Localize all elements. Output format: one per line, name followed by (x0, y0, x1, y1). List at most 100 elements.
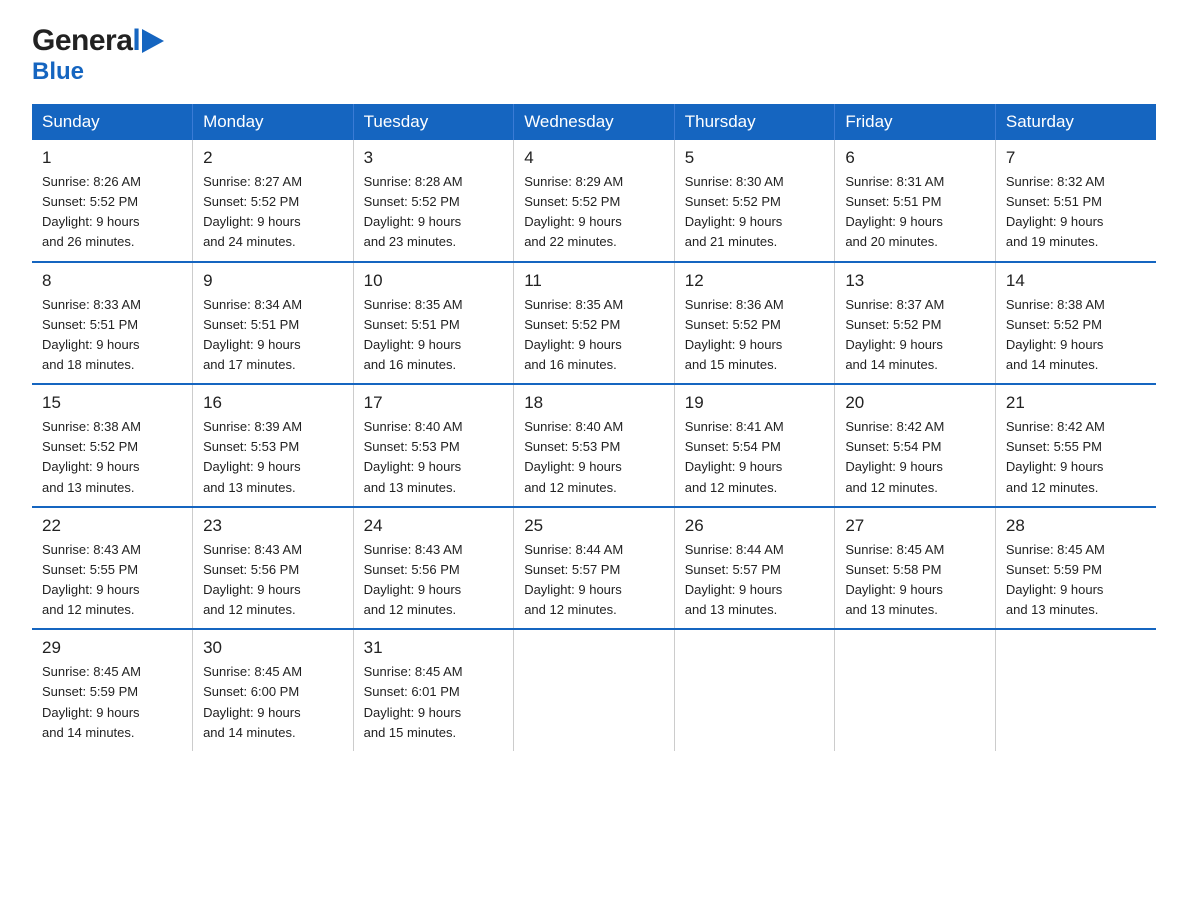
day-number: 25 (524, 516, 664, 536)
calendar-day-cell (674, 629, 835, 751)
day-info: Sunrise: 8:33 AM Sunset: 5:51 PM Dayligh… (42, 295, 182, 376)
calendar-day-cell: 31 Sunrise: 8:45 AM Sunset: 6:01 PM Dayl… (353, 629, 514, 751)
day-number: 27 (845, 516, 985, 536)
day-number: 30 (203, 638, 343, 658)
calendar-day-cell: 15 Sunrise: 8:38 AM Sunset: 5:52 PM Dayl… (32, 384, 193, 507)
day-number: 18 (524, 393, 664, 413)
logo-general-text: General (32, 24, 140, 58)
calendar-week-row: 1 Sunrise: 8:26 AM Sunset: 5:52 PM Dayli… (32, 140, 1156, 262)
day-info: Sunrise: 8:34 AM Sunset: 5:51 PM Dayligh… (203, 295, 343, 376)
day-number: 17 (364, 393, 504, 413)
day-number: 6 (845, 148, 985, 168)
calendar-week-row: 15 Sunrise: 8:38 AM Sunset: 5:52 PM Dayl… (32, 384, 1156, 507)
day-info: Sunrise: 8:27 AM Sunset: 5:52 PM Dayligh… (203, 172, 343, 253)
calendar-day-cell: 11 Sunrise: 8:35 AM Sunset: 5:52 PM Dayl… (514, 262, 675, 385)
day-info: Sunrise: 8:32 AM Sunset: 5:51 PM Dayligh… (1006, 172, 1146, 253)
calendar-day-cell: 28 Sunrise: 8:45 AM Sunset: 5:59 PM Dayl… (995, 507, 1156, 630)
day-info: Sunrise: 8:43 AM Sunset: 5:56 PM Dayligh… (203, 540, 343, 621)
day-number: 13 (845, 271, 985, 291)
calendar-header-row: SundayMondayTuesdayWednesdayThursdayFrid… (32, 104, 1156, 140)
calendar-day-cell: 22 Sunrise: 8:43 AM Sunset: 5:55 PM Dayl… (32, 507, 193, 630)
day-info: Sunrise: 8:45 AM Sunset: 5:58 PM Dayligh… (845, 540, 985, 621)
day-number: 8 (42, 271, 182, 291)
day-info: Sunrise: 8:44 AM Sunset: 5:57 PM Dayligh… (524, 540, 664, 621)
day-number: 3 (364, 148, 504, 168)
calendar-day-cell: 19 Sunrise: 8:41 AM Sunset: 5:54 PM Dayl… (674, 384, 835, 507)
calendar-table: SundayMondayTuesdayWednesdayThursdayFrid… (32, 104, 1156, 751)
calendar-day-cell: 2 Sunrise: 8:27 AM Sunset: 5:52 PM Dayli… (193, 140, 354, 262)
calendar-day-cell: 4 Sunrise: 8:29 AM Sunset: 5:52 PM Dayli… (514, 140, 675, 262)
calendar-day-cell: 14 Sunrise: 8:38 AM Sunset: 5:52 PM Dayl… (995, 262, 1156, 385)
day-number: 9 (203, 271, 343, 291)
calendar-day-cell: 10 Sunrise: 8:35 AM Sunset: 5:51 PM Dayl… (353, 262, 514, 385)
day-info: Sunrise: 8:45 AM Sunset: 5:59 PM Dayligh… (1006, 540, 1146, 621)
day-number: 20 (845, 393, 985, 413)
calendar-week-row: 29 Sunrise: 8:45 AM Sunset: 5:59 PM Dayl… (32, 629, 1156, 751)
day-of-week-header: Thursday (674, 104, 835, 140)
calendar-day-cell (995, 629, 1156, 751)
day-info: Sunrise: 8:45 AM Sunset: 6:00 PM Dayligh… (203, 662, 343, 743)
day-of-week-header: Friday (835, 104, 996, 140)
day-number: 29 (42, 638, 182, 658)
calendar-day-cell (514, 629, 675, 751)
day-info: Sunrise: 8:38 AM Sunset: 5:52 PM Dayligh… (42, 417, 182, 498)
day-number: 26 (685, 516, 825, 536)
calendar-day-cell: 3 Sunrise: 8:28 AM Sunset: 5:52 PM Dayli… (353, 140, 514, 262)
calendar-day-cell (835, 629, 996, 751)
day-info: Sunrise: 8:45 AM Sunset: 6:01 PM Dayligh… (364, 662, 504, 743)
day-info: Sunrise: 8:41 AM Sunset: 5:54 PM Dayligh… (685, 417, 825, 498)
day-number: 4 (524, 148, 664, 168)
day-info: Sunrise: 8:42 AM Sunset: 5:55 PM Dayligh… (1006, 417, 1146, 498)
calendar-day-cell: 30 Sunrise: 8:45 AM Sunset: 6:00 PM Dayl… (193, 629, 354, 751)
calendar-day-cell: 12 Sunrise: 8:36 AM Sunset: 5:52 PM Dayl… (674, 262, 835, 385)
day-of-week-header: Saturday (995, 104, 1156, 140)
calendar-day-cell: 25 Sunrise: 8:44 AM Sunset: 5:57 PM Dayl… (514, 507, 675, 630)
calendar-day-cell: 23 Sunrise: 8:43 AM Sunset: 5:56 PM Dayl… (193, 507, 354, 630)
day-info: Sunrise: 8:26 AM Sunset: 5:52 PM Dayligh… (42, 172, 182, 253)
day-info: Sunrise: 8:40 AM Sunset: 5:53 PM Dayligh… (524, 417, 664, 498)
calendar-day-cell: 9 Sunrise: 8:34 AM Sunset: 5:51 PM Dayli… (193, 262, 354, 385)
calendar-day-cell: 29 Sunrise: 8:45 AM Sunset: 5:59 PM Dayl… (32, 629, 193, 751)
day-number: 19 (685, 393, 825, 413)
day-of-week-header: Wednesday (514, 104, 675, 140)
calendar-day-cell: 17 Sunrise: 8:40 AM Sunset: 5:53 PM Dayl… (353, 384, 514, 507)
day-info: Sunrise: 8:28 AM Sunset: 5:52 PM Dayligh… (364, 172, 504, 253)
calendar-day-cell: 24 Sunrise: 8:43 AM Sunset: 5:56 PM Dayl… (353, 507, 514, 630)
day-info: Sunrise: 8:43 AM Sunset: 5:56 PM Dayligh… (364, 540, 504, 621)
day-number: 16 (203, 393, 343, 413)
day-info: Sunrise: 8:38 AM Sunset: 5:52 PM Dayligh… (1006, 295, 1146, 376)
logo: General Blue (32, 24, 164, 86)
day-number: 21 (1006, 393, 1146, 413)
day-of-week-header: Monday (193, 104, 354, 140)
day-number: 24 (364, 516, 504, 536)
day-number: 12 (685, 271, 825, 291)
calendar-day-cell: 8 Sunrise: 8:33 AM Sunset: 5:51 PM Dayli… (32, 262, 193, 385)
calendar-day-cell: 18 Sunrise: 8:40 AM Sunset: 5:53 PM Dayl… (514, 384, 675, 507)
calendar-day-cell: 13 Sunrise: 8:37 AM Sunset: 5:52 PM Dayl… (835, 262, 996, 385)
day-number: 23 (203, 516, 343, 536)
day-info: Sunrise: 8:43 AM Sunset: 5:55 PM Dayligh… (42, 540, 182, 621)
logo-triangle-icon (142, 29, 164, 53)
day-info: Sunrise: 8:29 AM Sunset: 5:52 PM Dayligh… (524, 172, 664, 253)
day-info: Sunrise: 8:45 AM Sunset: 5:59 PM Dayligh… (42, 662, 182, 743)
day-number: 5 (685, 148, 825, 168)
day-number: 7 (1006, 148, 1146, 168)
day-number: 1 (42, 148, 182, 168)
calendar-day-cell: 27 Sunrise: 8:45 AM Sunset: 5:58 PM Dayl… (835, 507, 996, 630)
calendar-week-row: 8 Sunrise: 8:33 AM Sunset: 5:51 PM Dayli… (32, 262, 1156, 385)
day-number: 15 (42, 393, 182, 413)
calendar-day-cell: 1 Sunrise: 8:26 AM Sunset: 5:52 PM Dayli… (32, 140, 193, 262)
day-info: Sunrise: 8:42 AM Sunset: 5:54 PM Dayligh… (845, 417, 985, 498)
calendar-day-cell: 26 Sunrise: 8:44 AM Sunset: 5:57 PM Dayl… (674, 507, 835, 630)
day-number: 10 (364, 271, 504, 291)
day-info: Sunrise: 8:44 AM Sunset: 5:57 PM Dayligh… (685, 540, 825, 621)
day-info: Sunrise: 8:39 AM Sunset: 5:53 PM Dayligh… (203, 417, 343, 498)
day-number: 31 (364, 638, 504, 658)
day-number: 22 (42, 516, 182, 536)
calendar-day-cell: 5 Sunrise: 8:30 AM Sunset: 5:52 PM Dayli… (674, 140, 835, 262)
calendar-day-cell: 7 Sunrise: 8:32 AM Sunset: 5:51 PM Dayli… (995, 140, 1156, 262)
day-number: 11 (524, 271, 664, 291)
day-info: Sunrise: 8:36 AM Sunset: 5:52 PM Dayligh… (685, 295, 825, 376)
page-header: General Blue (32, 24, 1156, 86)
day-info: Sunrise: 8:31 AM Sunset: 5:51 PM Dayligh… (845, 172, 985, 253)
